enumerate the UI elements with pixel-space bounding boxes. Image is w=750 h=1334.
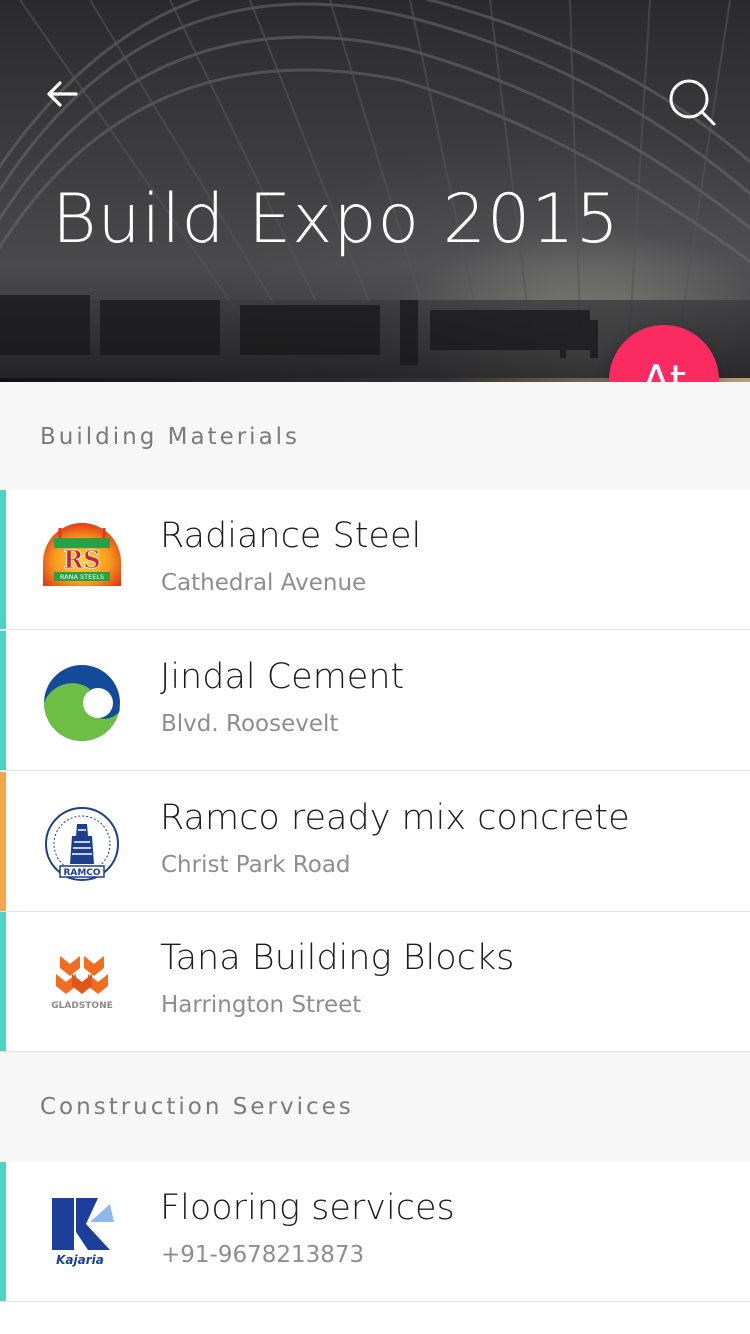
arrow-left-icon [47, 81, 78, 107]
list-item-radiance-steel[interactable]: RS RANA STEELS Radiance Steel Cathedral … [0, 490, 750, 630]
list-item-flooring-services[interactable]: Kajaria Flooring services +91-9678213873 [0, 1162, 750, 1302]
accent-bar [0, 631, 6, 770]
search-button[interactable] [664, 74, 720, 130]
back-button[interactable] [40, 72, 84, 116]
accent-bar [0, 772, 6, 911]
svg-text:Kajaria: Kajaria [56, 1253, 104, 1267]
svg-text:RAMCO: RAMCO [63, 868, 100, 878]
item-name: Tana Building Blocks [160, 938, 515, 978]
list-item-tana-building-blocks[interactable]: GLADSTONE Tana Building Blocks Harringto… [0, 912, 750, 1052]
rana-steels-logo: RS RANA STEELS [43, 523, 121, 586]
svg-text:RS: RS [63, 545, 100, 574]
item-name: Radiance Steel [160, 516, 422, 556]
item-address: Blvd. Roosevelt [161, 711, 339, 737]
item-name: Flooring services [160, 1188, 455, 1228]
section-title: Building Materials [40, 424, 301, 450]
item-phone: +91-9678213873 [161, 1242, 365, 1268]
accent-bar [0, 1162, 6, 1301]
search-icon [669, 79, 716, 126]
list-item-ramco[interactable]: RAMCO Ramco ready mix concrete Christ Pa… [0, 772, 750, 912]
list-item-jindal-cement[interactable]: Jindal Cement Blvd. Roosevelt [0, 631, 750, 771]
kajaria-logo: Kajaria [52, 1198, 114, 1267]
page-title: Build Expo 2015 [52, 180, 620, 259]
accent-bar [0, 912, 6, 1051]
svg-text:RANA STEELS: RANA STEELS [60, 573, 104, 581]
section-header-building-materials: Building Materials [0, 382, 750, 492]
ramco-cements-logo: RAMCO [45, 807, 119, 881]
section-title: Construction Services [40, 1094, 354, 1120]
section-header-construction-services: Construction Services [0, 1052, 750, 1162]
item-name: Jindal Cement [160, 657, 405, 697]
item-name: Ramco ready mix concrete [160, 798, 630, 838]
header-hero: Build Expo 2015 [0, 0, 750, 382]
svg-text:GLADSTONE: GLADSTONE [51, 1001, 113, 1011]
item-address: Christ Park Road [161, 852, 351, 878]
jindal-cement-logo [44, 665, 120, 741]
gladstone-logo: GLADSTONE [51, 956, 113, 1011]
item-address: Harrington Street [161, 992, 362, 1018]
item-address: Cathedral Avenue [161, 570, 367, 596]
accent-bar [0, 490, 6, 629]
